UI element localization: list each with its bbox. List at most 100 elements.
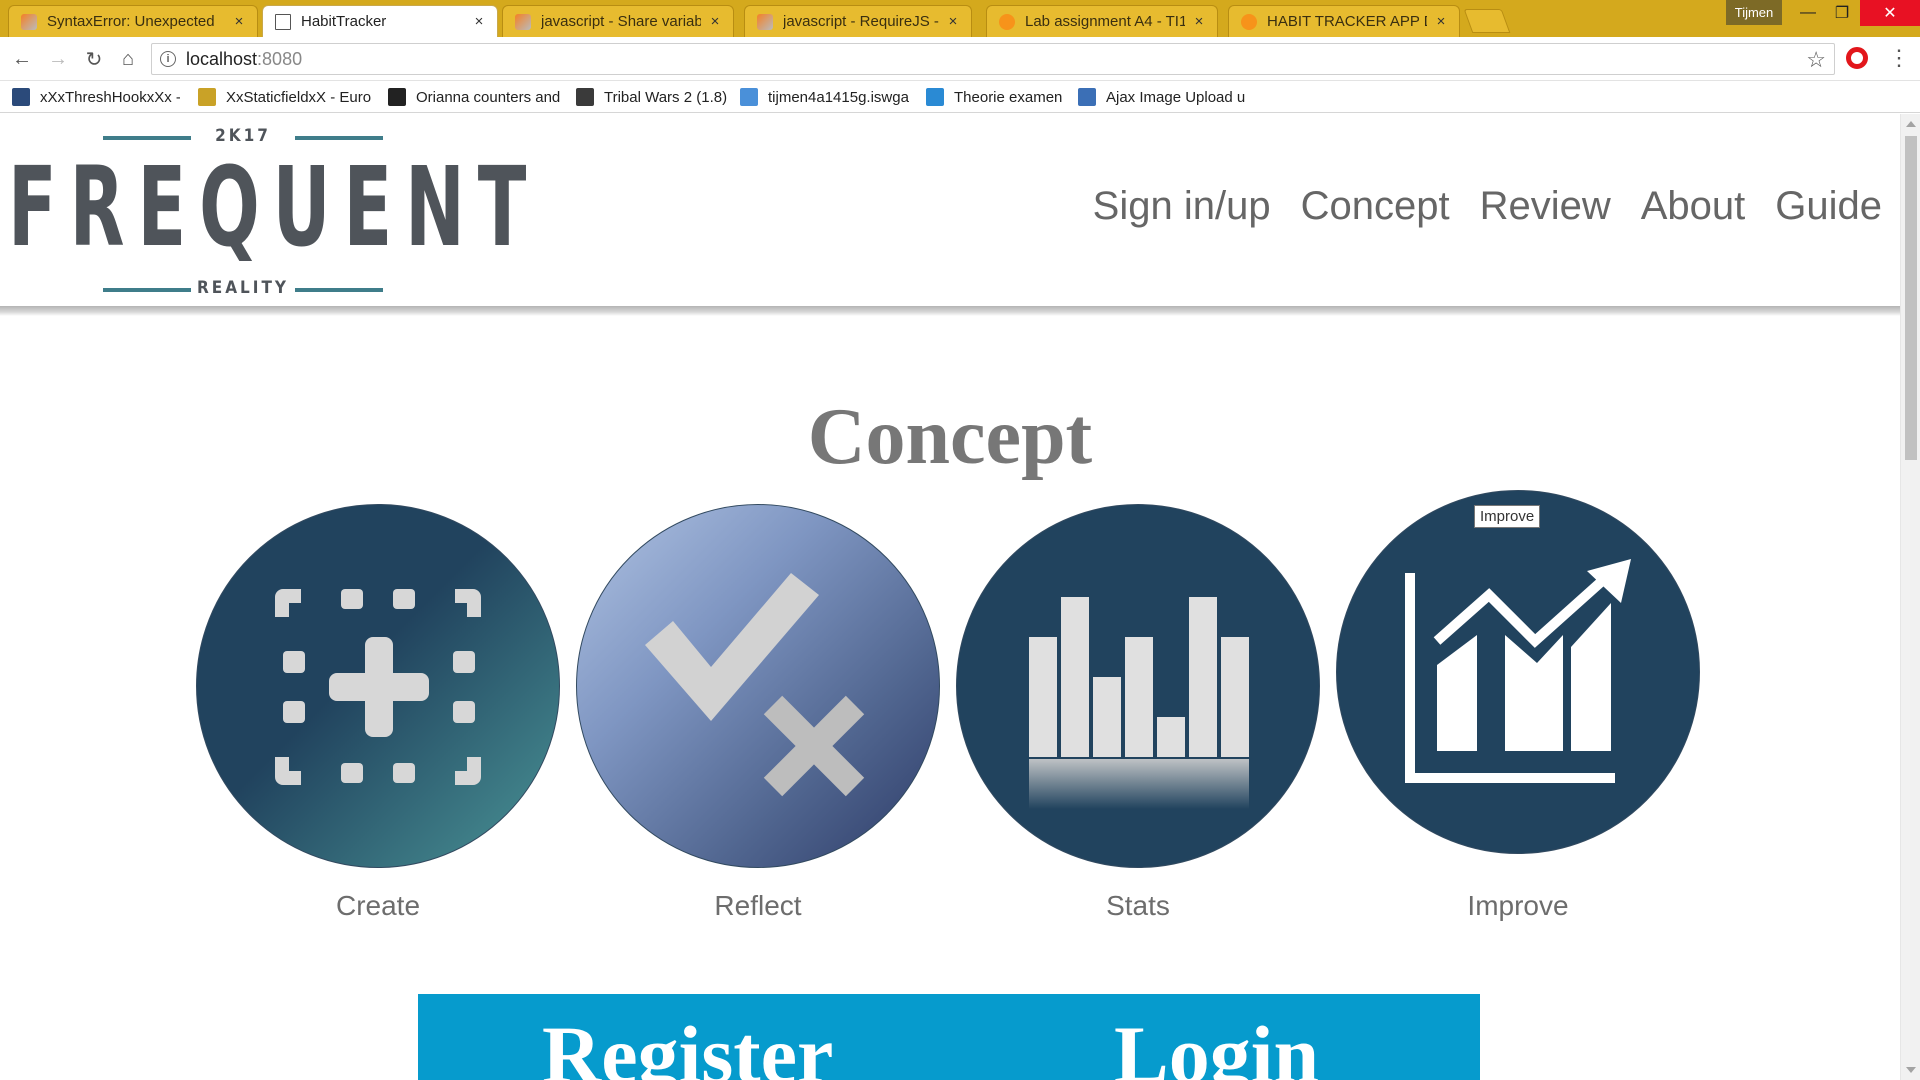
feature-label: Stats (1106, 890, 1170, 921)
feature-label: Create (335, 890, 421, 921)
bookmark-label: Tribal Wars 2 (1.8) (604, 88, 728, 106)
stats-icon (1029, 597, 1249, 809)
menu-icon[interactable]: ⋮ (1888, 45, 1910, 71)
bookmark-item[interactable]: Theorie examen (926, 87, 1066, 107)
bookmark-label: Theorie examen (954, 88, 1063, 106)
nav-concept[interactable]: Concept (1301, 184, 1450, 229)
url-port: :8080 (257, 48, 303, 69)
nav-about[interactable]: About (1641, 184, 1746, 229)
browser-toolbar: ← → ↻ ⌂ i localhost:8080 ☆ ⋮ (0, 37, 1920, 81)
browser-tab[interactable]: Lab assignment A4 - TI15 × (986, 5, 1218, 37)
url-host: localhost (186, 48, 258, 69)
create-circle[interactable] (196, 504, 560, 868)
improve-icon (1405, 559, 1631, 783)
bookmark-icon (388, 88, 406, 106)
bitcoin-icon (999, 13, 1015, 30)
bookmark-label: XxStaticfieldxX - Euro (226, 88, 372, 106)
stackoverflow-icon (515, 13, 531, 30)
close-icon[interactable]: × (1433, 13, 1449, 30)
scrollbar-thumb[interactable] (1905, 136, 1917, 460)
feature-label: Reflect (714, 890, 802, 921)
scroll-down-icon[interactable] (1906, 1067, 1916, 1073)
nav-sign-in[interactable]: Sign in/up (1093, 184, 1271, 229)
browser-tab[interactable]: HABIT TRACKER APP DES × (1228, 5, 1460, 37)
tab-title: javascript - RequireJS - p (783, 13, 939, 30)
bookmark-label: Ajax Image Upload u (1106, 88, 1246, 106)
forward-icon[interactable]: → (44, 45, 72, 73)
maximize-button[interactable]: ❐ (1820, 0, 1864, 26)
close-icon[interactable]: × (471, 13, 487, 30)
frequent-reality-logo[interactable]: 2K17 FREQUENT REALITY (8, 126, 540, 298)
section-title: Concept (807, 393, 1093, 481)
nav-guide[interactable]: Guide (1775, 184, 1882, 229)
close-window-button[interactable]: ✕ (1860, 0, 1920, 26)
bookmark-item[interactable]: tijmen4a1415g.iswga (740, 87, 912, 107)
scroll-up-icon[interactable] (1906, 121, 1916, 127)
bookmark-item[interactable]: xXxThreshHookxXx - (12, 87, 180, 107)
main-nav: Sign in/up Concept Review About Guide (1093, 184, 1882, 229)
back-icon[interactable]: ← (8, 45, 36, 73)
browser-tab[interactable]: javascript - RequireJS - p × (744, 5, 972, 37)
logo-subtitle: REALITY (196, 278, 289, 298)
browser-tab-active[interactable]: HabitTracker × (262, 5, 498, 37)
stats-circle[interactable] (956, 504, 1320, 868)
bookmark-item[interactable]: Tribal Wars 2 (1.8) (576, 87, 734, 107)
document-icon (275, 13, 291, 30)
tab-title: HabitTracker (301, 13, 387, 30)
bookmark-star-icon[interactable]: ☆ (1806, 47, 1826, 73)
feature-create[interactable]: Create (196, 504, 560, 922)
bitcoin-icon (1241, 13, 1257, 30)
stackoverflow-icon (21, 13, 37, 30)
bookmark-icon (926, 88, 944, 106)
bookmark-label: tijmen4a1415g.iswga (768, 88, 909, 106)
register-login-banner: Register Login (418, 994, 1480, 1080)
bookmark-label: xXxThreshHookxXx - (40, 88, 180, 106)
bookmark-item[interactable]: XxStaticfieldxX - Euro (198, 87, 372, 107)
bookmark-icon (1078, 88, 1096, 106)
create-icon (275, 589, 481, 785)
feature-reflect[interactable]: Reflect (576, 504, 940, 922)
site-header: 2K17 FREQUENT REALITY Sign in/up Concept… (0, 114, 1900, 307)
close-icon[interactable]: × (945, 13, 961, 30)
close-icon[interactable]: × (1191, 13, 1207, 30)
login-button[interactable]: Login (1114, 1008, 1319, 1080)
reload-icon[interactable]: ↻ (80, 45, 108, 73)
profile-badge[interactable]: Tijmen (1726, 0, 1782, 25)
bookmark-item[interactable]: Ajax Image Upload u (1078, 87, 1250, 107)
bookmark-icon (12, 88, 30, 106)
new-tab-button[interactable] (1463, 9, 1511, 33)
feature-stats[interactable]: Stats (956, 504, 1320, 922)
tab-title: SyntaxError: Unexpected (47, 13, 215, 30)
home-icon[interactable]: ⌂ (114, 45, 142, 73)
improve-circle[interactable] (1336, 490, 1700, 854)
bookmarks-bar: xXxThreshHookxXx - XxStaticfieldxX - Eur… (0, 81, 1920, 113)
reflect-circle[interactable] (576, 504, 940, 868)
page-scrollbar[interactable] (1900, 114, 1920, 1080)
stackoverflow-icon (757, 13, 773, 30)
improve-tooltip: Improve (1474, 505, 1541, 528)
browser-tab[interactable]: SyntaxError: Unexpected × (8, 5, 258, 37)
close-icon[interactable]: × (231, 13, 247, 30)
feature-label: Improve (1467, 890, 1569, 921)
reflect-icon (645, 573, 865, 797)
bookmark-icon (198, 88, 216, 106)
register-button[interactable]: Register (542, 1008, 833, 1080)
web-page: 2K17 FREQUENT REALITY Sign in/up Concept… (0, 114, 1900, 1080)
close-icon[interactable]: × (707, 13, 723, 30)
tab-title: Lab assignment A4 - TI15 (1025, 13, 1185, 30)
info-icon[interactable]: i (160, 51, 176, 67)
bookmark-icon (576, 88, 594, 106)
tab-title: HABIT TRACKER APP DES (1267, 13, 1427, 30)
opera-extension-icon[interactable] (1846, 47, 1868, 69)
bookmark-icon (740, 88, 758, 106)
browser-tab[interactable]: javascript - Share variable × (502, 5, 734, 37)
logo-wordmark: FREQUENT (8, 143, 540, 271)
address-bar[interactable]: i localhost:8080 ☆ (151, 43, 1835, 75)
tab-title: javascript - Share variable (541, 13, 701, 30)
bookmark-label: Orianna counters and (416, 88, 560, 106)
bookmark-item[interactable]: Orianna counters and (388, 87, 560, 107)
browser-titlebar: SyntaxError: Unexpected × HabitTracker ×… (0, 0, 1920, 37)
header-divider (0, 306, 1900, 316)
nav-review[interactable]: Review (1480, 184, 1611, 229)
feature-improve[interactable]: Improve (1336, 490, 1700, 922)
